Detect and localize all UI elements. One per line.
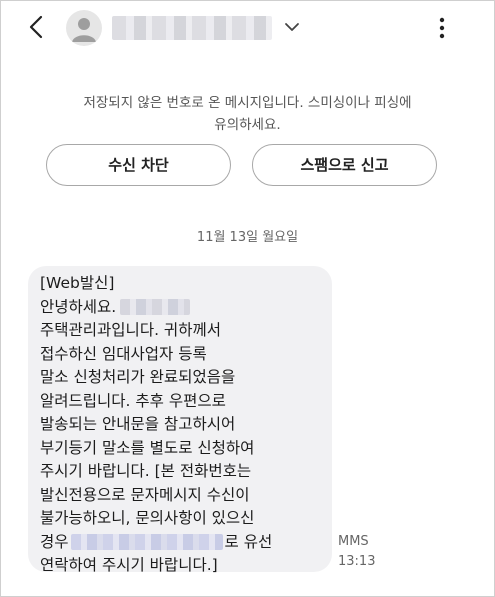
contact-name-masked[interactable] [112, 16, 272, 40]
message-line: 접수하신 임대사업자 등록 [40, 344, 207, 363]
message-line: 발송되는 안내문을 참고하시어 [40, 415, 236, 433]
message-type: MMS [338, 534, 369, 549]
message-line: 안녕하세요. [40, 296, 328, 320]
message-line: 말소 신청처리가 완료되었음을 [40, 368, 236, 386]
avatar[interactable] [66, 10, 102, 46]
block-number-button[interactable]: 수신 차단 [46, 144, 231, 186]
masked-phone-number[interactable] [70, 534, 223, 550]
warning-line-1: 저장되지 않은 번호로 온 메시지입니다. 스미싱이나 피싱에 [83, 95, 412, 111]
message-line: 부기등기 말소를 별도로 신청하여 [40, 438, 255, 457]
message-bubble[interactable]: [Web발신] 안녕하세요. 주택관리과입니다. 귀하께서 접수하신 임대사업자… [28, 266, 332, 574]
message-line: 경우 로 유선 [40, 532, 273, 551]
chevron-down-icon[interactable] [284, 20, 300, 34]
message-line: 연락하여 주시기 바랍니다.] [40, 556, 218, 574]
message-meta: MMS 13:13 [338, 532, 375, 572]
message-time: 13:13 [338, 554, 376, 569]
message-line: 발신전용으로 문자메시지 수신이 [40, 485, 250, 504]
report-spam-button[interactable]: 스팸으로 신고 [252, 144, 437, 186]
more-vertical-icon[interactable] [434, 14, 450, 42]
date-divider: 11월 13일 월요일 [196, 230, 299, 245]
message-line: 불가능하오니, 문의사항이 있으신 [40, 509, 255, 527]
person-icon [72, 18, 96, 42]
masked-name [120, 299, 191, 315]
message-line: 주택관리과입니다. 귀하께서 [40, 321, 221, 339]
unknown-sender-warning: 저장되지 않은 번호로 온 메시지입니다. 스미싱이나 피싱에 유의하세요. [30, 92, 465, 136]
message-line: 주시기 바랍니다. [본 전화번호는 [40, 462, 252, 480]
warning-line-2: 유의하세요. [214, 117, 281, 133]
chevron-left-icon[interactable] [22, 12, 52, 42]
message-line: 알려드립니다. 추후 우편으로 [40, 391, 226, 410]
conversation-header [0, 0, 495, 56]
message-body: [Web발신] 안녕하세요. 주택관리과입니다. 귀하께서 접수하신 임대사업자… [40, 272, 328, 578]
message-line: [Web발신] [40, 274, 115, 292]
